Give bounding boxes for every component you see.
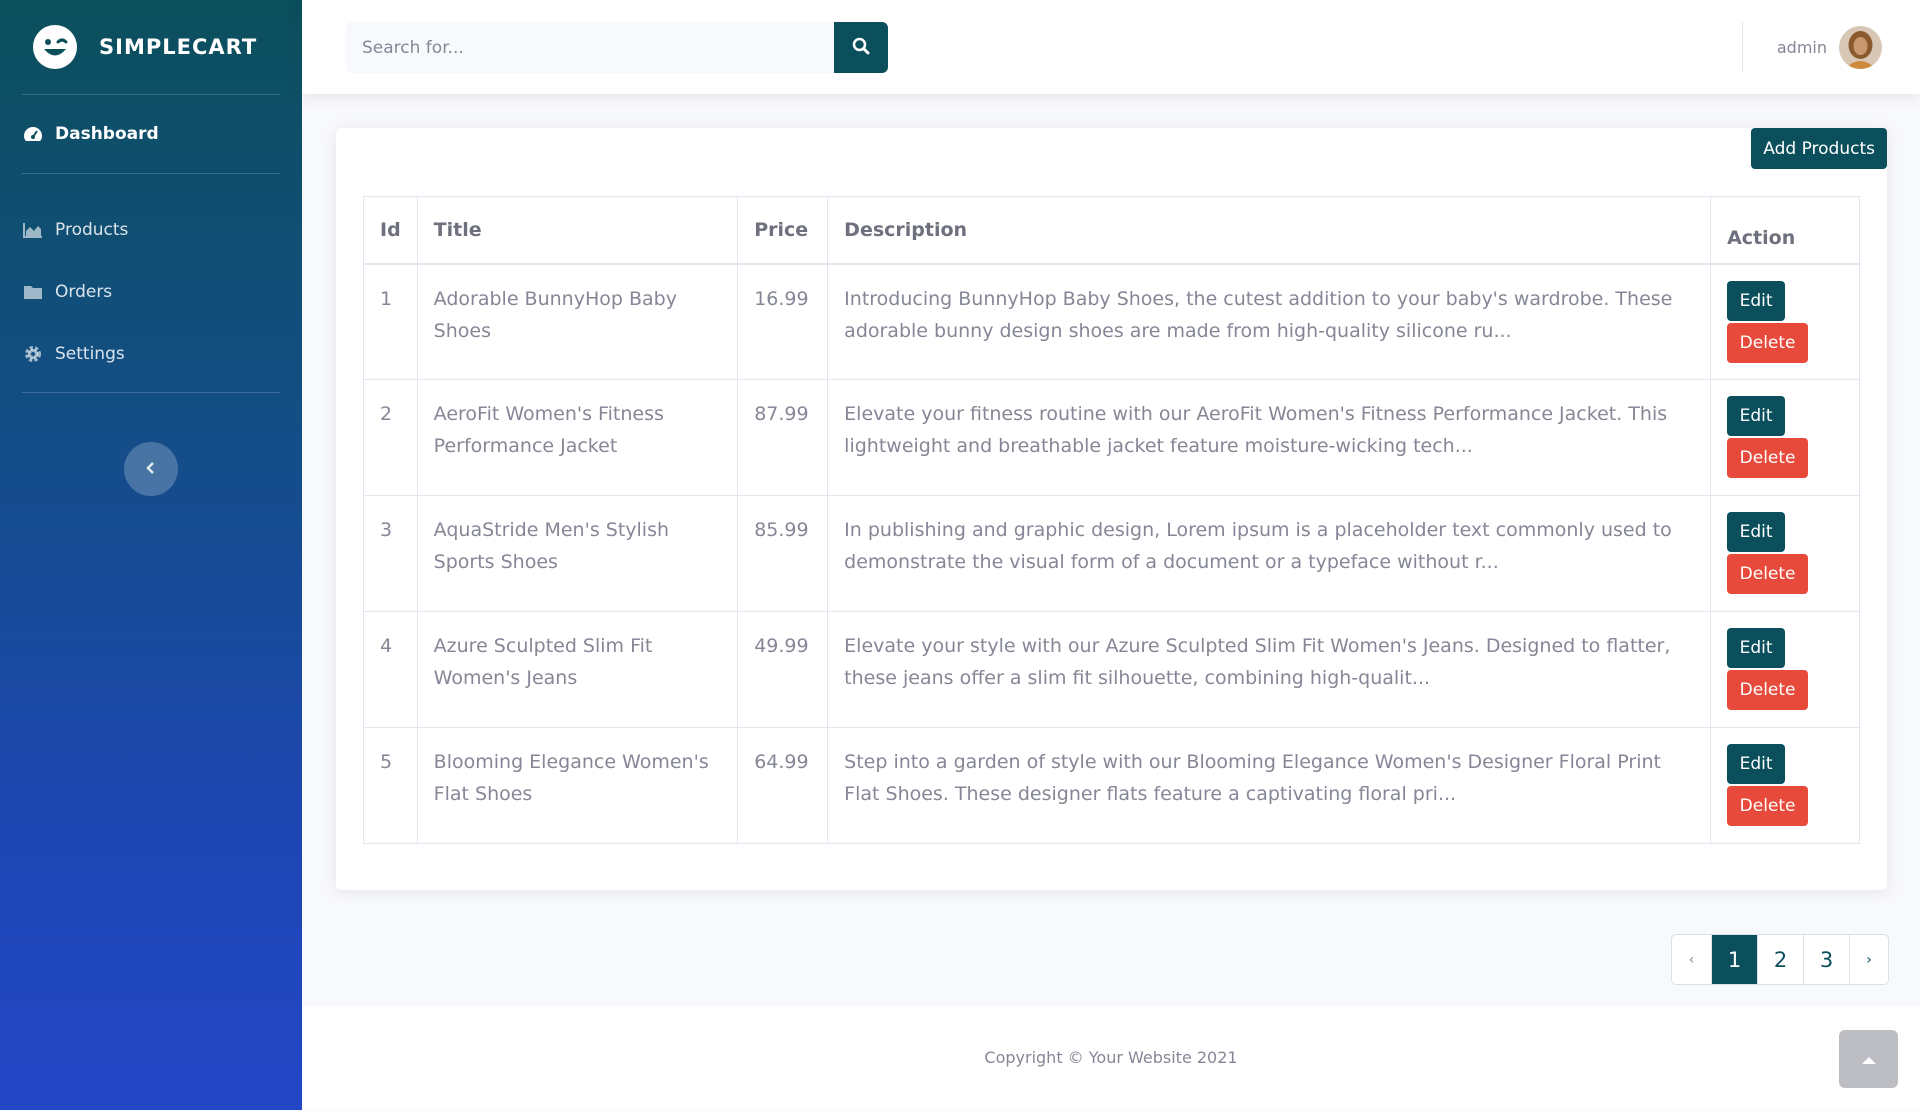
laugh-wink-icon bbox=[33, 25, 77, 69]
chevron-up-icon bbox=[1861, 1050, 1877, 1069]
cell-action: Edit Delete bbox=[1710, 379, 1860, 496]
chevron-left-icon bbox=[145, 460, 157, 479]
column-header-action: Action bbox=[1710, 196, 1860, 265]
sidebar-item-label: Orders bbox=[55, 282, 113, 302]
tachometer-icon bbox=[23, 124, 43, 144]
cell-description: Step into a garden of style with our Blo… bbox=[827, 727, 1712, 844]
table-header-row: Id Title Price Description Action bbox=[363, 196, 1860, 265]
search-button[interactable] bbox=[834, 22, 888, 73]
pagination-page-1[interactable]: 1 bbox=[1711, 935, 1757, 984]
cell-id: 5 bbox=[363, 727, 418, 844]
search-bar bbox=[346, 22, 888, 73]
cell-price: 16.99 bbox=[737, 263, 829, 380]
edit-button[interactable]: Edit bbox=[1727, 396, 1786, 436]
search-input[interactable] bbox=[346, 22, 834, 73]
sidebar: SIMPLECART Dashboard Products Orders Set… bbox=[0, 0, 302, 1110]
footer: Copyright © Your Website 2021 bbox=[302, 1006, 1920, 1110]
chart-area-icon bbox=[23, 220, 43, 240]
cell-description: Elevate your style with our Azure Sculpt… bbox=[827, 611, 1712, 728]
cell-action: Edit Delete bbox=[1710, 727, 1860, 844]
cell-id: 2 bbox=[363, 379, 418, 496]
edit-button[interactable]: Edit bbox=[1727, 512, 1786, 552]
pagination-next[interactable]: › bbox=[1849, 935, 1888, 984]
cell-title: Blooming Elegance Women's Flat Shoes bbox=[416, 727, 739, 844]
scroll-to-top-button[interactable] bbox=[1839, 1030, 1898, 1088]
cell-action: Edit Delete bbox=[1710, 495, 1860, 612]
cell-price: 64.99 bbox=[737, 727, 829, 844]
sidebar-toggle-button[interactable] bbox=[124, 442, 178, 496]
user-menu[interactable]: admin bbox=[1777, 26, 1882, 69]
products-table: Id Title Price Description Action 1 Ador… bbox=[363, 196, 1860, 844]
sidebar-item-label: Settings bbox=[55, 344, 125, 364]
delete-button[interactable]: Delete bbox=[1727, 786, 1809, 826]
sidebar-item-dashboard[interactable]: Dashboard bbox=[0, 95, 302, 173]
table-row: 2 AeroFit Women's Fitness Performance Ja… bbox=[363, 379, 1860, 496]
edit-button[interactable]: Edit bbox=[1727, 280, 1786, 321]
copyright-text: Copyright © Your Website 2021 bbox=[984, 1048, 1238, 1067]
cell-price: 87.99 bbox=[737, 379, 829, 496]
user-name: admin bbox=[1776, 38, 1827, 57]
table-row: 5 Blooming Elegance Women's Flat Shoes 6… bbox=[363, 727, 1860, 844]
topbar-divider bbox=[1742, 22, 1743, 73]
pagination-prev[interactable]: ‹ bbox=[1672, 935, 1711, 984]
cell-description: Introducing BunnyHop Baby Shoes, the cut… bbox=[827, 263, 1712, 380]
table-row: 1 Adorable BunnyHop Baby Shoes 16.99 Int… bbox=[363, 263, 1860, 380]
cell-price: 85.99 bbox=[737, 495, 829, 612]
column-header-title: Title bbox=[416, 196, 739, 265]
brand[interactable]: SIMPLECART bbox=[0, 0, 302, 94]
edit-button[interactable]: Edit bbox=[1727, 628, 1786, 668]
edit-button[interactable]: Edit bbox=[1727, 744, 1786, 784]
sidebar-divider bbox=[22, 173, 280, 174]
cell-id: 1 bbox=[363, 263, 418, 380]
gear-icon bbox=[23, 344, 43, 364]
topbar: admin bbox=[302, 0, 1920, 94]
brand-name: SIMPLECART bbox=[99, 35, 258, 59]
column-header-description: Description bbox=[827, 196, 1712, 265]
cell-title: Adorable BunnyHop Baby Shoes bbox=[416, 263, 739, 380]
sidebar-item-label: Products bbox=[55, 220, 129, 240]
folder-icon bbox=[23, 282, 43, 302]
cell-id: 4 bbox=[363, 611, 418, 728]
delete-button[interactable]: Delete bbox=[1727, 554, 1809, 594]
table-row: 3 AquaStride Men's Stylish Sports Shoes … bbox=[363, 495, 1860, 612]
products-card: Add Products Id Title Price Description … bbox=[336, 128, 1887, 890]
cell-description: Elevate your fitness routine with our Ae… bbox=[827, 379, 1712, 496]
cell-title: Azure Sculpted Slim Fit Women's Jeans bbox=[416, 611, 739, 728]
pagination: ‹ 1 2 3 › bbox=[1671, 934, 1889, 985]
sidebar-item-label: Dashboard bbox=[55, 124, 159, 144]
delete-button[interactable]: Delete bbox=[1727, 322, 1809, 363]
pagination-page-2[interactable]: 2 bbox=[1757, 935, 1803, 984]
cell-price: 49.99 bbox=[737, 611, 829, 728]
cell-title: AquaStride Men's Stylish Sports Shoes bbox=[416, 495, 739, 612]
column-header-price: Price bbox=[737, 196, 829, 265]
cell-title: AeroFit Women's Fitness Performance Jack… bbox=[416, 379, 739, 496]
cell-description: In publishing and graphic design, Lorem … bbox=[827, 495, 1712, 612]
sidebar-item-settings[interactable]: Settings bbox=[0, 316, 302, 392]
cell-action: Edit Delete bbox=[1710, 263, 1860, 380]
avatar bbox=[1839, 26, 1882, 69]
add-products-button[interactable]: Add Products bbox=[1751, 128, 1887, 169]
column-header-id: Id bbox=[363, 196, 418, 265]
cell-action: Edit Delete bbox=[1710, 611, 1860, 728]
delete-button[interactable]: Delete bbox=[1727, 438, 1809, 478]
table-row: 4 Azure Sculpted Slim Fit Women's Jeans … bbox=[363, 611, 1860, 728]
pagination-page-3[interactable]: 3 bbox=[1803, 935, 1849, 984]
search-icon bbox=[852, 37, 870, 59]
cell-id: 3 bbox=[363, 495, 418, 612]
delete-button[interactable]: Delete bbox=[1727, 670, 1809, 710]
sidebar-divider bbox=[22, 392, 280, 393]
